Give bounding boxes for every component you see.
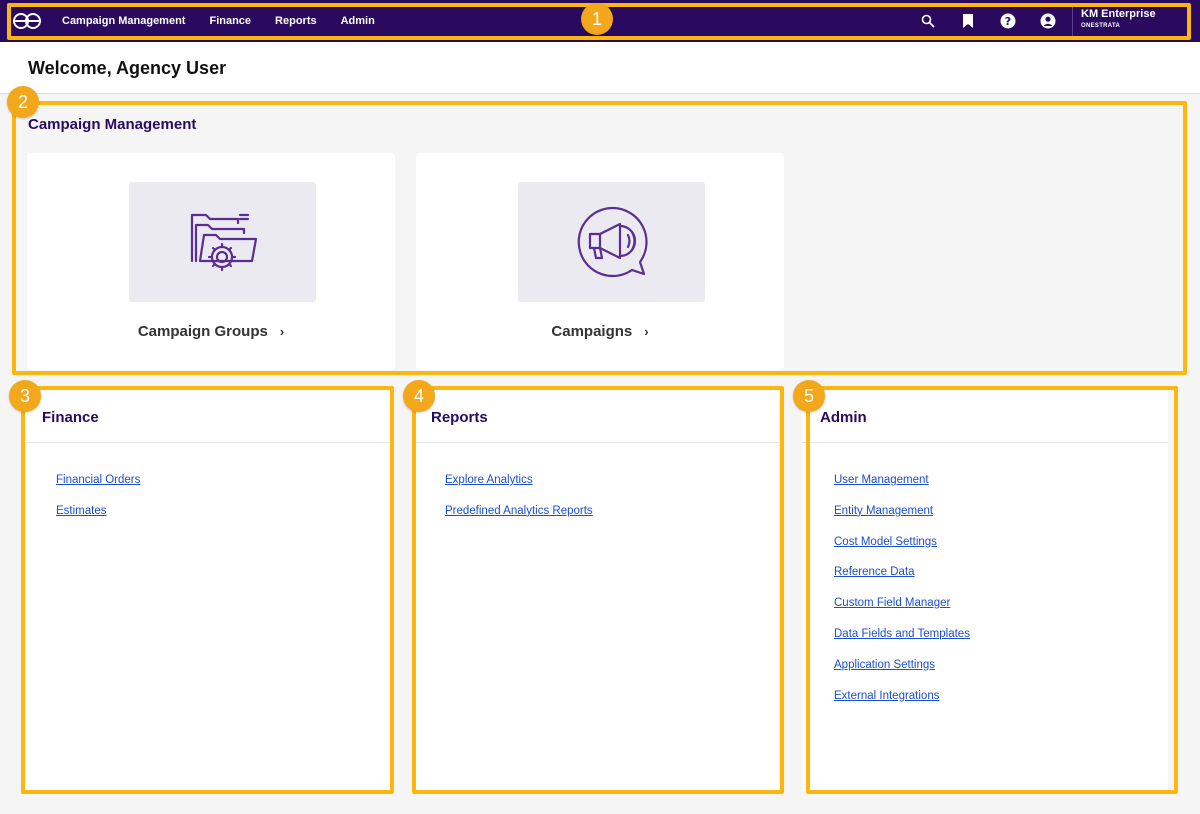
- highlight-box-campaign-management: [12, 101, 1187, 375]
- highlight-box-admin: [806, 386, 1178, 794]
- annotation-badge-1: 1: [581, 3, 613, 35]
- highlight-box-finance: [21, 386, 394, 794]
- welcome-bar: Welcome, Agency User: [0, 42, 1200, 94]
- annotation-badge-5: 5: [793, 380, 825, 412]
- annotation-badge-4: 4: [403, 380, 435, 412]
- highlight-box-reports: [412, 386, 784, 794]
- annotation-badge-3: 3: [9, 380, 41, 412]
- page-title: Welcome, Agency User: [28, 58, 227, 78]
- annotation-badge-2: 2: [7, 86, 39, 118]
